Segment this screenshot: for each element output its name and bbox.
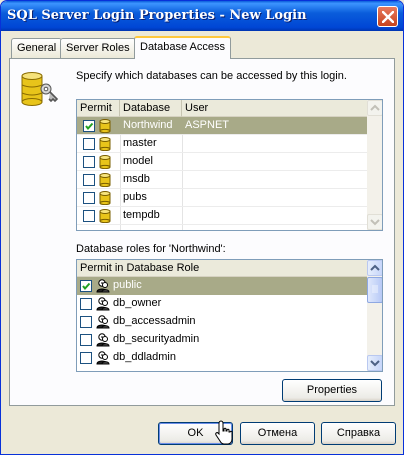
database-icon: [99, 119, 111, 134]
tab-server-roles[interactable]: Server Roles: [60, 38, 136, 58]
close-button[interactable]: [377, 6, 398, 27]
column-header-user[interactable]: User: [182, 100, 368, 117]
role-row[interactable]: db_accessadmin: [77, 313, 367, 331]
permit-checkbox[interactable]: [83, 138, 95, 150]
permit-checkbox[interactable]: [80, 316, 92, 328]
role-row[interactable]: db_owner: [77, 295, 367, 313]
scroll-thumb[interactable]: [367, 277, 382, 303]
grip-icon: [372, 285, 378, 293]
role-name: db_owner: [113, 297, 162, 309]
permit-checkbox[interactable]: [83, 210, 95, 222]
database-name: master: [123, 137, 157, 149]
chevron-down-icon: [370, 219, 380, 226]
column-header-role[interactable]: Permit in Database Role: [77, 260, 368, 277]
database-row[interactable]: pubs: [77, 189, 367, 207]
chevron-up-icon: [370, 264, 380, 271]
role-icon-wrap: [96, 315, 110, 332]
database-icon: [99, 137, 111, 152]
roles-label: Database roles for 'Northwind':: [76, 243, 226, 255]
permit-checkbox[interactable]: [83, 156, 95, 168]
role-row[interactable]: public: [77, 277, 367, 295]
permit-checkbox[interactable]: [80, 334, 92, 346]
database-name: pubs: [123, 191, 147, 203]
database-access-panel: Specify which databases can be accessed …: [9, 58, 395, 406]
role-row[interactable]: db_ddladmin: [77, 349, 367, 367]
chevron-down-icon: [370, 360, 380, 367]
login-properties-dialog: SQL Server Login Properties - New Login …: [0, 0, 404, 455]
scroll-down-button[interactable]: [367, 214, 382, 230]
mouse-cursor-icon: [215, 420, 233, 445]
column-header-permit[interactable]: Permit: [77, 100, 120, 117]
scroll-up-button[interactable]: [367, 100, 382, 116]
instructions-text: Specify which databases can be accessed …: [76, 70, 347, 82]
database-list[interactable]: Permit Database User Northwind ASPNET mast…: [76, 99, 383, 231]
database-key-icon: [21, 72, 59, 106]
database-icon: [99, 191, 111, 206]
role-icon-wrap: [96, 333, 110, 350]
close-icon: [382, 11, 394, 23]
database-row[interactable]: msdb: [77, 171, 367, 189]
database-icon: [99, 173, 111, 188]
role-name: db_ddladmin: [113, 351, 176, 363]
role-name: public: [113, 279, 142, 291]
window-title: SQL Server Login Properties - New Login: [7, 8, 307, 23]
check-icon: [82, 282, 91, 291]
database-row[interactable]: Northwind ASPNET: [77, 117, 367, 135]
database-icon: [99, 209, 111, 224]
chevron-up-icon: [370, 104, 380, 111]
database-role-list[interactable]: Permit in Database Role public db_ownerdb…: [76, 259, 383, 372]
database-name: Northwind: [123, 119, 173, 131]
role-icon: [96, 297, 110, 311]
database-row[interactable]: tempdb: [77, 207, 367, 225]
role-name: db_securityadmin: [113, 333, 200, 345]
permit-checkbox[interactable]: [80, 298, 92, 310]
permit-checkbox[interactable]: [83, 120, 95, 132]
database-name: tempdb: [123, 209, 160, 221]
database-user: ASPNET: [185, 119, 230, 131]
role-name: db_accessadmin: [113, 315, 196, 327]
role-icon-wrap: [96, 297, 110, 314]
database-row[interactable]: master: [77, 135, 367, 153]
tab-general[interactable]: General: [11, 38, 63, 58]
role-icon: [96, 351, 110, 365]
help-button[interactable]: Справка: [321, 422, 396, 445]
check-icon: [85, 122, 94, 131]
title-bar[interactable]: SQL Server Login Properties - New Login: [1, 1, 403, 31]
role-icon: [96, 279, 110, 293]
database-name: model: [123, 155, 153, 167]
role-list-scrollbar[interactable]: [367, 260, 382, 371]
database-name: msdb: [123, 173, 150, 185]
permit-checkbox[interactable]: [83, 192, 95, 204]
permit-checkbox[interactable]: [80, 280, 92, 292]
tab-database-access[interactable]: Database Access: [134, 36, 231, 59]
role-icon-wrap: [96, 279, 110, 296]
cancel-button[interactable]: Отмена: [240, 422, 315, 445]
database-row[interactable]: model: [77, 153, 367, 171]
permit-checkbox[interactable]: [83, 174, 95, 186]
database-icon: [99, 155, 111, 170]
database-list-scrollbar[interactable]: [367, 100, 382, 230]
role-icon: [96, 333, 110, 347]
scroll-down-button[interactable]: [367, 355, 382, 371]
properties-button[interactable]: Properties: [282, 379, 382, 402]
dialog-client: General Server Roles Database Access Spe…: [4, 31, 400, 452]
column-header-database[interactable]: Database: [120, 100, 182, 117]
role-icon-wrap: [96, 351, 110, 368]
permit-checkbox[interactable]: [80, 352, 92, 364]
role-icon: [96, 315, 110, 329]
role-row[interactable]: db_securityadmin: [77, 331, 367, 349]
scroll-up-button[interactable]: [367, 260, 382, 276]
